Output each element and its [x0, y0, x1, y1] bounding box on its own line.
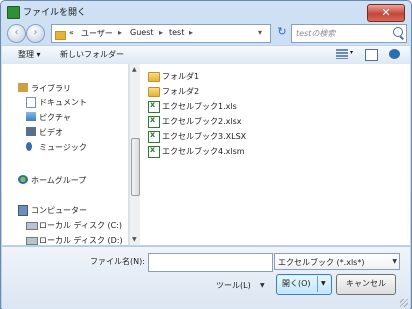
file-name: フォルダ2 [162, 87, 200, 96]
scrollbar-thumb[interactable] [131, 138, 140, 196]
computer-icon [18, 205, 28, 216]
navigation-pane: ライブラリ ドキュメント ピクチャ ビデオ ミュージック ホームグループ コンピ… [2, 64, 129, 245]
nav-item-label: ビデオ [39, 128, 63, 137]
file-name: エクセルブック1.xls [162, 102, 237, 111]
documents-icon [26, 97, 36, 108]
nav-item-label: ホームグループ [31, 176, 87, 185]
excel-file-icon [148, 115, 160, 128]
title-bar: ファイルを開く ✕ [1, 1, 411, 23]
view-icon[interactable] [336, 49, 348, 59]
content-area: ライブラリ ドキュメント ピクチャ ビデオ ミュージック ホームグループ コンピ… [2, 64, 410, 245]
view-dropdown-icon[interactable]: ▾ [350, 49, 353, 56]
file-name: エクセルブック3.XLSX [162, 132, 247, 141]
chevron-down-icon: ▼ [260, 282, 265, 289]
new-folder-button[interactable]: 新しいフォルダー [60, 49, 124, 60]
breadcrumb-segment-guest[interactable]: Guest [130, 28, 154, 37]
breadcrumb-segment-users[interactable]: ユーザー [81, 28, 113, 39]
nav-item-label: ミュージック [39, 143, 87, 152]
file-name: エクセルブック4.xlsm [162, 147, 245, 156]
breadcrumb-segment-test[interactable]: test [169, 28, 184, 37]
open-label: 開く(O) [282, 279, 311, 288]
file-name: エクセルブック2.xlsx [162, 117, 242, 126]
split-divider [317, 276, 318, 292]
search-icon[interactable] [393, 27, 403, 37]
chevron-down-icon: ▼ [392, 258, 397, 265]
help-icon[interactable] [389, 49, 400, 59]
folder-icon [148, 72, 160, 82]
navigation-scrollbar[interactable]: ▲ ▼ [129, 64, 140, 245]
address-bar[interactable]: « ユーザー ▸ Guest ▸ test ▸ ▾ [51, 24, 271, 43]
nav-item-label: コンピューター [31, 206, 87, 215]
nav-item-label: ローカル ディスク (C:) [39, 221, 123, 230]
music-icon [26, 142, 32, 151]
scroll-up-icon[interactable]: ▲ [132, 66, 137, 73]
resize-grip[interactable] [400, 299, 408, 307]
breadcrumb-separator-icon[interactable]: ▸ [189, 28, 193, 37]
cancel-button[interactable]: キャンセル [336, 274, 396, 295]
nav-item-label: ドキュメント [39, 98, 87, 107]
organize-button[interactable]: 整理 ▾ [18, 49, 41, 60]
drive-icon [26, 222, 38, 230]
nav-item-label: ライブラリ [31, 84, 71, 93]
nav-item-label: ローカル ディスク (D:) [39, 236, 123, 245]
videos-icon [26, 127, 36, 136]
refresh-icon[interactable]: ↻ [275, 25, 289, 39]
filename-input[interactable] [148, 253, 273, 272]
homegroup-icon [18, 175, 28, 184]
filetype-select[interactable]: エクセルブック (*.xls*) ▼ [274, 253, 400, 270]
open-file-dialog: ファイルを開く ✕ ‹ › « ユーザー ▸ Guest ▸ test ▸ ▾ … [0, 0, 412, 309]
close-button[interactable]: ✕ [367, 4, 405, 22]
address-dropdown-icon[interactable]: ▾ [258, 28, 262, 37]
file-name: フォルダ1 [162, 72, 200, 81]
app-icon [7, 6, 20, 19]
search-placeholder[interactable]: testの検索 [296, 28, 335, 39]
excel-file-icon [148, 130, 160, 143]
pictures-icon [26, 112, 36, 121]
library-icon [18, 83, 28, 92]
preview-pane-icon[interactable] [365, 49, 378, 61]
folder-icon [148, 87, 160, 97]
breadcrumb-separator-icon[interactable]: ▸ [118, 28, 122, 37]
filetype-selected: エクセルブック (*.xls*) [278, 258, 365, 267]
address-row: ‹ › « ユーザー ▸ Guest ▸ test ▸ ▾ ↻ testの検索 [5, 23, 409, 45]
open-button[interactable]: 開く(O) ▼ [276, 274, 332, 295]
scroll-down-icon[interactable]: ▼ [132, 236, 137, 243]
breadcrumb-overflow[interactable]: « [69, 28, 74, 37]
breadcrumb-separator-icon[interactable]: ▸ [159, 28, 163, 37]
back-button[interactable]: ‹ [7, 24, 26, 43]
tools-menu[interactable]: ツール(L) ▼ [216, 280, 265, 291]
nav-item-label: ピクチャ [39, 113, 71, 122]
dialog-footer: ファイル名(N): エクセルブック (*.xls*) ▼ ツール(L) ▼ 開く… [2, 246, 410, 309]
search-field[interactable]: testの検索 [291, 24, 407, 43]
command-toolbar: 整理 ▾ 新しいフォルダー ▾ [2, 45, 410, 65]
tools-label: ツール(L) [216, 281, 251, 290]
open-dropdown-icon[interactable]: ▼ [321, 275, 326, 293]
window-title: ファイルを開く [23, 8, 87, 18]
forward-button[interactable]: › [26, 24, 45, 43]
drive-icon [26, 237, 38, 245]
filename-label: ファイル名(N): [90, 257, 145, 266]
excel-file-icon [148, 100, 160, 113]
excel-file-icon [148, 145, 160, 158]
